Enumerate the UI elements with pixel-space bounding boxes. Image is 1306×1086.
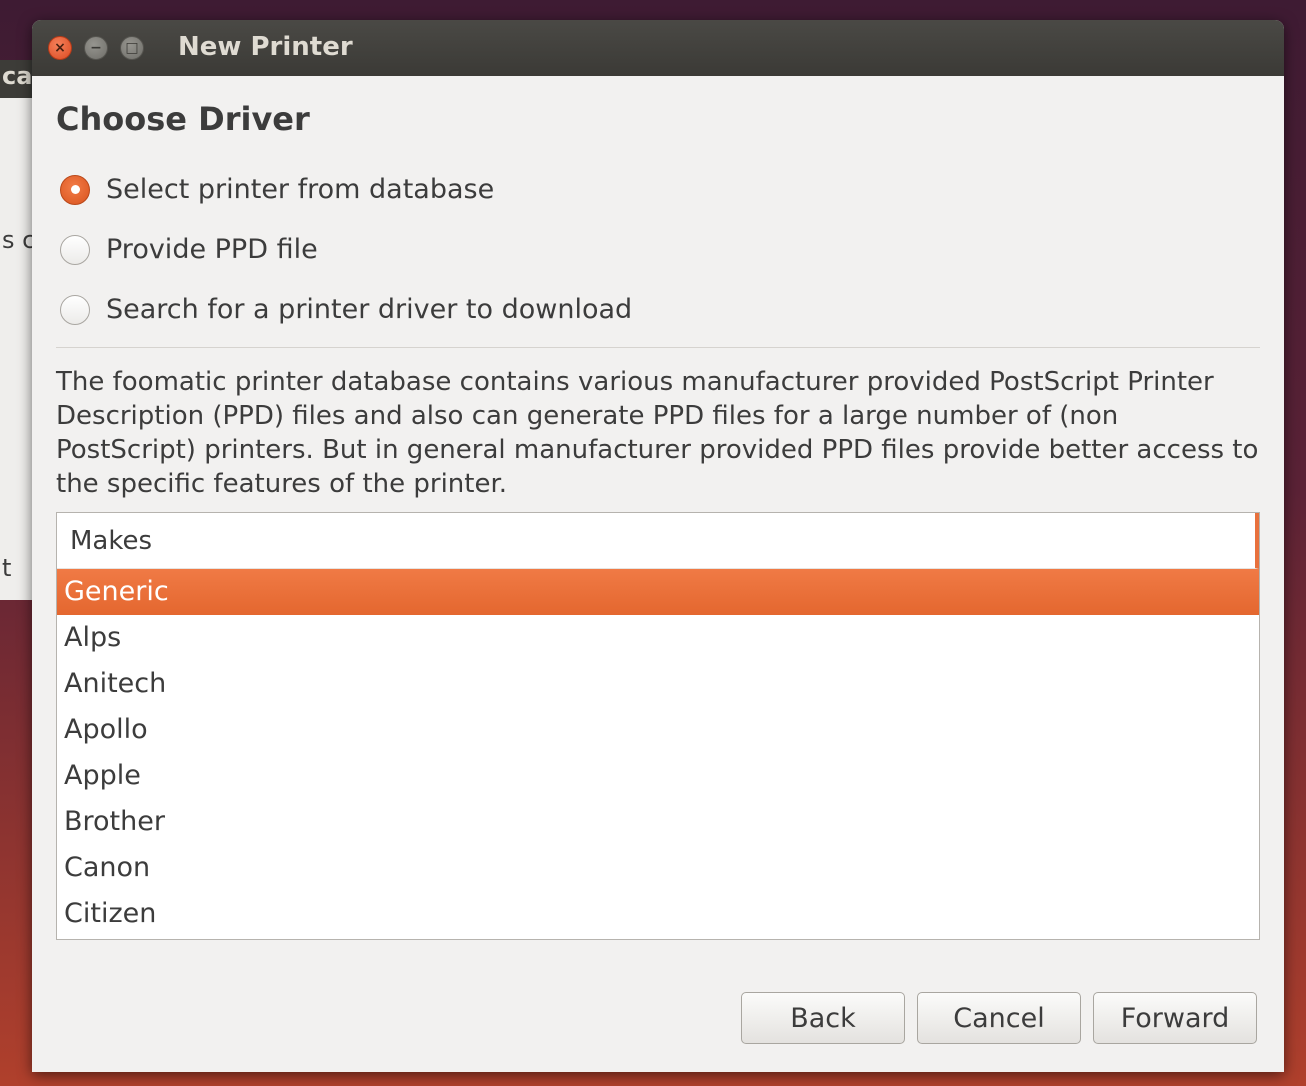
list-item[interactable]: Citizen bbox=[57, 891, 1259, 937]
background-window-text-fragment: t bbox=[2, 554, 12, 582]
separator bbox=[56, 347, 1260, 348]
page-title: Choose Driver bbox=[56, 100, 310, 138]
radio-label: Select printer from database bbox=[106, 174, 495, 205]
radio-provide-ppd-file[interactable]: Provide PPD file bbox=[60, 234, 318, 265]
back-button[interactable]: Back bbox=[741, 992, 905, 1044]
radio-select-from-database[interactable]: Select printer from database bbox=[60, 174, 494, 205]
description-text: The foomatic printer database contains v… bbox=[56, 367, 1259, 499]
close-icon[interactable]: × bbox=[48, 36, 72, 60]
background-window-text-fragment: s c bbox=[2, 226, 36, 254]
makes-list-body: Generic Alps Anitech Apollo Apple Brothe… bbox=[57, 569, 1259, 937]
background-window-title-fragment: ca bbox=[2, 62, 33, 90]
radio-label: Provide PPD file bbox=[106, 234, 318, 265]
forward-button[interactable]: Forward bbox=[1093, 992, 1257, 1044]
titlebar: × − □ New Printer bbox=[32, 20, 1284, 76]
window-title: New Printer bbox=[178, 32, 353, 62]
list-item[interactable]: Apollo bbox=[57, 707, 1259, 753]
list-item[interactable]: Apple bbox=[57, 753, 1259, 799]
list-item[interactable]: Brother bbox=[57, 799, 1259, 845]
list-item-selected[interactable]: Generic bbox=[57, 569, 1259, 615]
new-printer-dialog: × − □ New Printer Choose Driver Select p… bbox=[32, 20, 1284, 1072]
radio-button-selected[interactable] bbox=[60, 174, 90, 205]
radio-button[interactable] bbox=[60, 294, 90, 325]
makes-column-header[interactable]: Makes bbox=[57, 513, 1259, 569]
radio-button[interactable] bbox=[60, 234, 90, 265]
list-item[interactable]: Canon bbox=[57, 845, 1259, 891]
cancel-button[interactable]: Cancel bbox=[917, 992, 1081, 1044]
list-item[interactable]: Alps bbox=[57, 615, 1259, 661]
radio-label: Search for a printer driver to download bbox=[106, 294, 633, 325]
minimize-icon[interactable]: − bbox=[84, 36, 108, 60]
makes-list[interactable]: Makes Generic Alps Anitech Apollo Apple … bbox=[56, 512, 1260, 940]
maximize-icon[interactable]: □ bbox=[120, 36, 144, 60]
list-item[interactable]: Anitech bbox=[57, 661, 1259, 707]
radio-search-driver-download[interactable]: Search for a printer driver to download bbox=[60, 294, 632, 325]
